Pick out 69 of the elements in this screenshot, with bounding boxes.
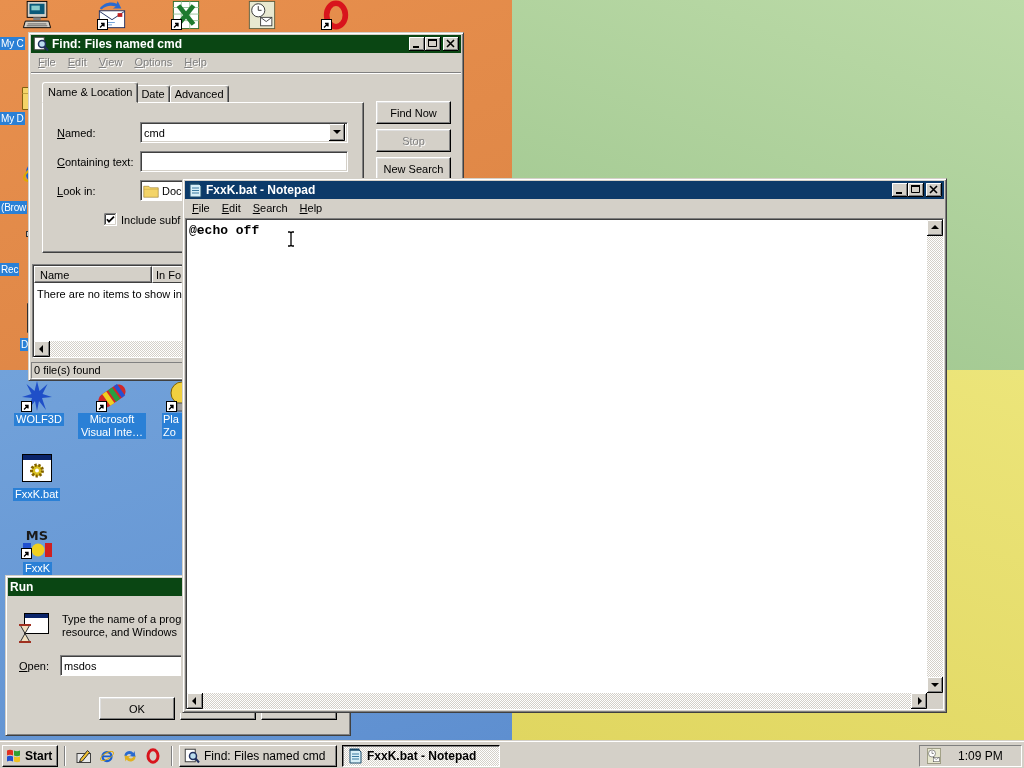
icon-label[interactable]: Microsoft Visual Inte…: [78, 413, 146, 439]
scroll-right-button[interactable]: [911, 693, 927, 709]
close-button[interactable]: [926, 183, 942, 197]
computer-icon[interactable]: [22, 0, 52, 30]
start-button[interactable]: Start: [2, 744, 58, 767]
pencil-icon[interactable]: [76, 747, 92, 764]
magnifier-icon: [184, 747, 200, 764]
window-title: Find: Files named cmd: [52, 37, 183, 51]
prompt-text: Type the name of a prog resource, and Windows: [62, 613, 182, 639]
icon-label[interactable]: FxxK: [23, 562, 53, 575]
hourglass-window-icon: [18, 612, 50, 644]
field-label: Named:: [57, 126, 97, 139]
empty-message: There are no items to show in: [37, 288, 182, 300]
text-cursor-icon: [287, 231, 295, 247]
clock-document-icon[interactable]: [247, 0, 277, 30]
icon-label[interactable]: WOLF3D: [14, 413, 64, 426]
checkbox-label[interactable]: Include subf: [121, 213, 181, 226]
checkbox[interactable]: [104, 213, 117, 226]
menu-item[interactable]: File: [186, 199, 216, 217]
o-logo-icon[interactable]: [321, 0, 351, 30]
menu-item[interactable]: Help: [293, 199, 329, 217]
spiky-figure-icon[interactable]: [21, 380, 53, 412]
menu-item[interactable]: Edit: [215, 199, 247, 217]
maximize-button[interactable]: [908, 183, 924, 197]
taskbar-button[interactable]: FxxK.bat - Notepad: [342, 744, 500, 767]
minimize-button[interactable]: [892, 183, 908, 197]
horizontal-scrollbar[interactable]: [34, 341, 182, 357]
dialog-button[interactable]: [180, 713, 256, 720]
tab[interactable]: Advanced: [169, 85, 229, 103]
icon-label[interactable]: (Brow: [0, 201, 28, 214]
notepad-icon: [347, 747, 363, 764]
window-title: Run: [10, 580, 34, 594]
column-header[interactable]: In Fo: [152, 266, 182, 283]
scroll-down-button[interactable]: [927, 677, 943, 693]
icon-label[interactable]: FxxK.bat: [13, 488, 61, 501]
icon-label[interactable]: Pla Zo: [162, 413, 182, 439]
scroll-left-button[interactable]: [34, 341, 50, 357]
column-header[interactable]: Name: [34, 266, 152, 283]
text-area[interactable]: @echo off: [187, 220, 927, 693]
text-field[interactable]: msdos: [60, 655, 181, 676]
menu-item[interactable]: Search: [246, 199, 294, 217]
field-label: Open:: [18, 659, 50, 672]
tab[interactable]: Date: [136, 85, 170, 103]
taskbar-button[interactable]: Find: Files named cmd: [179, 744, 337, 767]
icon-label[interactable]: Rec: [0, 263, 20, 276]
tab[interactable]: Name & Location: [42, 82, 139, 103]
dropdown-button[interactable]: [329, 124, 345, 141]
icon-label[interactable]: My D: [0, 112, 25, 125]
window-title: FxxK.bat - Notepad: [206, 183, 316, 197]
gear-window-icon[interactable]: [21, 452, 53, 484]
vertical-scrollbar[interactable]: [927, 220, 943, 693]
horizontal-scrollbar[interactable]: [187, 693, 927, 709]
clock-document-icon[interactable]: [926, 747, 942, 764]
scroll-up-button[interactable]: [927, 220, 943, 236]
text-line: @echo off: [189, 223, 260, 238]
find-now-button[interactable]: Find Now: [376, 101, 451, 124]
flag-icon: [6, 747, 22, 764]
field-label: Look in:: [57, 184, 97, 197]
text-field[interactable]: [140, 151, 348, 172]
dialog-button[interactable]: [261, 713, 337, 720]
ok-button[interactable]: OK: [99, 697, 175, 720]
new-search-button[interactable]: New Search: [376, 157, 451, 180]
notepad-icon[interactable]: [187, 182, 203, 198]
scroll-left-button[interactable]: [187, 693, 203, 709]
clock[interactable]: 1:09 PM: [958, 748, 1003, 763]
combo-box[interactable]: cmd: [140, 122, 348, 143]
icon-label[interactable]: My C: [0, 37, 25, 50]
field-label: Containing text:: [57, 155, 135, 168]
combo-box[interactable]: Doc: [140, 180, 182, 201]
